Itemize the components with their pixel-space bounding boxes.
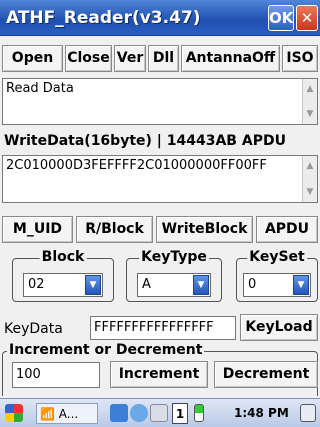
key-type-select-value: A xyxy=(142,277,151,292)
close-button[interactable]: Close xyxy=(65,45,112,72)
key-set-group: KeySet 0 ▼ xyxy=(236,249,318,302)
keyboard-toggle-icon[interactable] xyxy=(300,404,316,422)
battery-icon[interactable] xyxy=(194,404,204,422)
chevron-down-icon[interactable]: ▼ xyxy=(293,275,309,295)
read-data-scrollbar[interactable]: ▲ ▼ xyxy=(302,79,317,124)
key-type-group: KeyType A ▼ xyxy=(126,249,222,302)
read-block-button[interactable]: R/Block xyxy=(76,216,153,243)
taskbar-app-label: A... xyxy=(58,407,79,421)
block-select-value: 02 xyxy=(28,277,45,292)
chevron-down-icon[interactable]: ▼ xyxy=(193,275,209,295)
key-set-select-value: 0 xyxy=(248,277,257,292)
close-window-button[interactable]: ✕ xyxy=(296,5,318,31)
block-select[interactable]: 02 ▼ xyxy=(23,273,103,297)
write-block-button[interactable]: WriteBlock xyxy=(156,216,253,243)
key-load-button[interactable]: KeyLoad xyxy=(240,314,318,341)
network-icon[interactable] xyxy=(110,404,128,422)
taskbar: 📶 A... 1 1:48 PM xyxy=(0,398,320,427)
scroll-down-icon[interactable]: ▼ xyxy=(304,186,316,198)
key-set-select[interactable]: 0 ▼ xyxy=(243,273,311,297)
key-data-label: KeyData xyxy=(4,321,63,337)
scroll-up-icon[interactable]: ▲ xyxy=(304,160,316,172)
ok-button[interactable]: OK xyxy=(268,5,294,31)
write-data-text: 2C010000D3FEFFFF2C01000000FF00FF xyxy=(6,158,267,173)
chevron-down-icon[interactable]: ▼ xyxy=(85,275,101,295)
scroll-down-icon[interactable]: ▼ xyxy=(304,108,316,120)
dll-button[interactable]: Dll xyxy=(148,45,179,72)
decrement-button[interactable]: Decrement xyxy=(214,361,318,388)
clock[interactable]: 1:48 PM xyxy=(234,403,289,424)
iso-button[interactable]: ISO xyxy=(282,45,318,72)
key-type-group-title: KeyType xyxy=(139,249,209,265)
key-set-group-title: KeySet xyxy=(247,249,307,265)
block-group: Block 02 ▼ xyxy=(12,249,114,302)
antenna-off-button[interactable]: AntannaOff xyxy=(181,45,280,72)
value-input[interactable]: 100 xyxy=(12,362,100,388)
write-data-scrollbar[interactable]: ▲ ▼ xyxy=(302,156,317,202)
increment-button[interactable]: Increment xyxy=(110,361,208,388)
increment-decrement-title: Increment or Decrement xyxy=(7,342,205,358)
block-group-title: Block xyxy=(39,249,87,265)
ver-button[interactable]: Ver xyxy=(114,45,146,72)
write-data-label: WriteData(16byte) | 14443AB APDU xyxy=(4,133,286,149)
window-title: ATHF_Reader(v3.47) xyxy=(6,8,201,28)
keyboard-icon[interactable] xyxy=(150,404,168,422)
m-uid-button[interactable]: M_UID xyxy=(2,216,73,243)
key-data-input[interactable]: FFFFFFFFFFFFFFFF xyxy=(90,316,236,340)
taskbar-app-button[interactable]: 📶 A... xyxy=(36,403,98,424)
title-bar: ATHF_Reader(v3.47) OK ✕ xyxy=(0,0,320,36)
tray-number-badge[interactable]: 1 xyxy=(172,403,188,424)
key-type-select[interactable]: A ▼ xyxy=(137,273,211,297)
write-data-textbox[interactable]: 2C010000D3FEFFFF2C01000000FF00FF ▲ ▼ xyxy=(2,155,318,203)
start-icon[interactable] xyxy=(5,404,23,422)
wireless-icon: 📶 xyxy=(40,407,55,421)
read-data-textbox[interactable]: Read Data ▲ ▼ xyxy=(2,78,318,125)
read-data-text: Read Data xyxy=(6,81,74,96)
open-button[interactable]: Open xyxy=(2,45,63,72)
scroll-up-icon[interactable]: ▲ xyxy=(304,83,316,95)
apdu-button[interactable]: APDU xyxy=(256,216,318,243)
bluetooth-icon[interactable] xyxy=(130,404,148,422)
